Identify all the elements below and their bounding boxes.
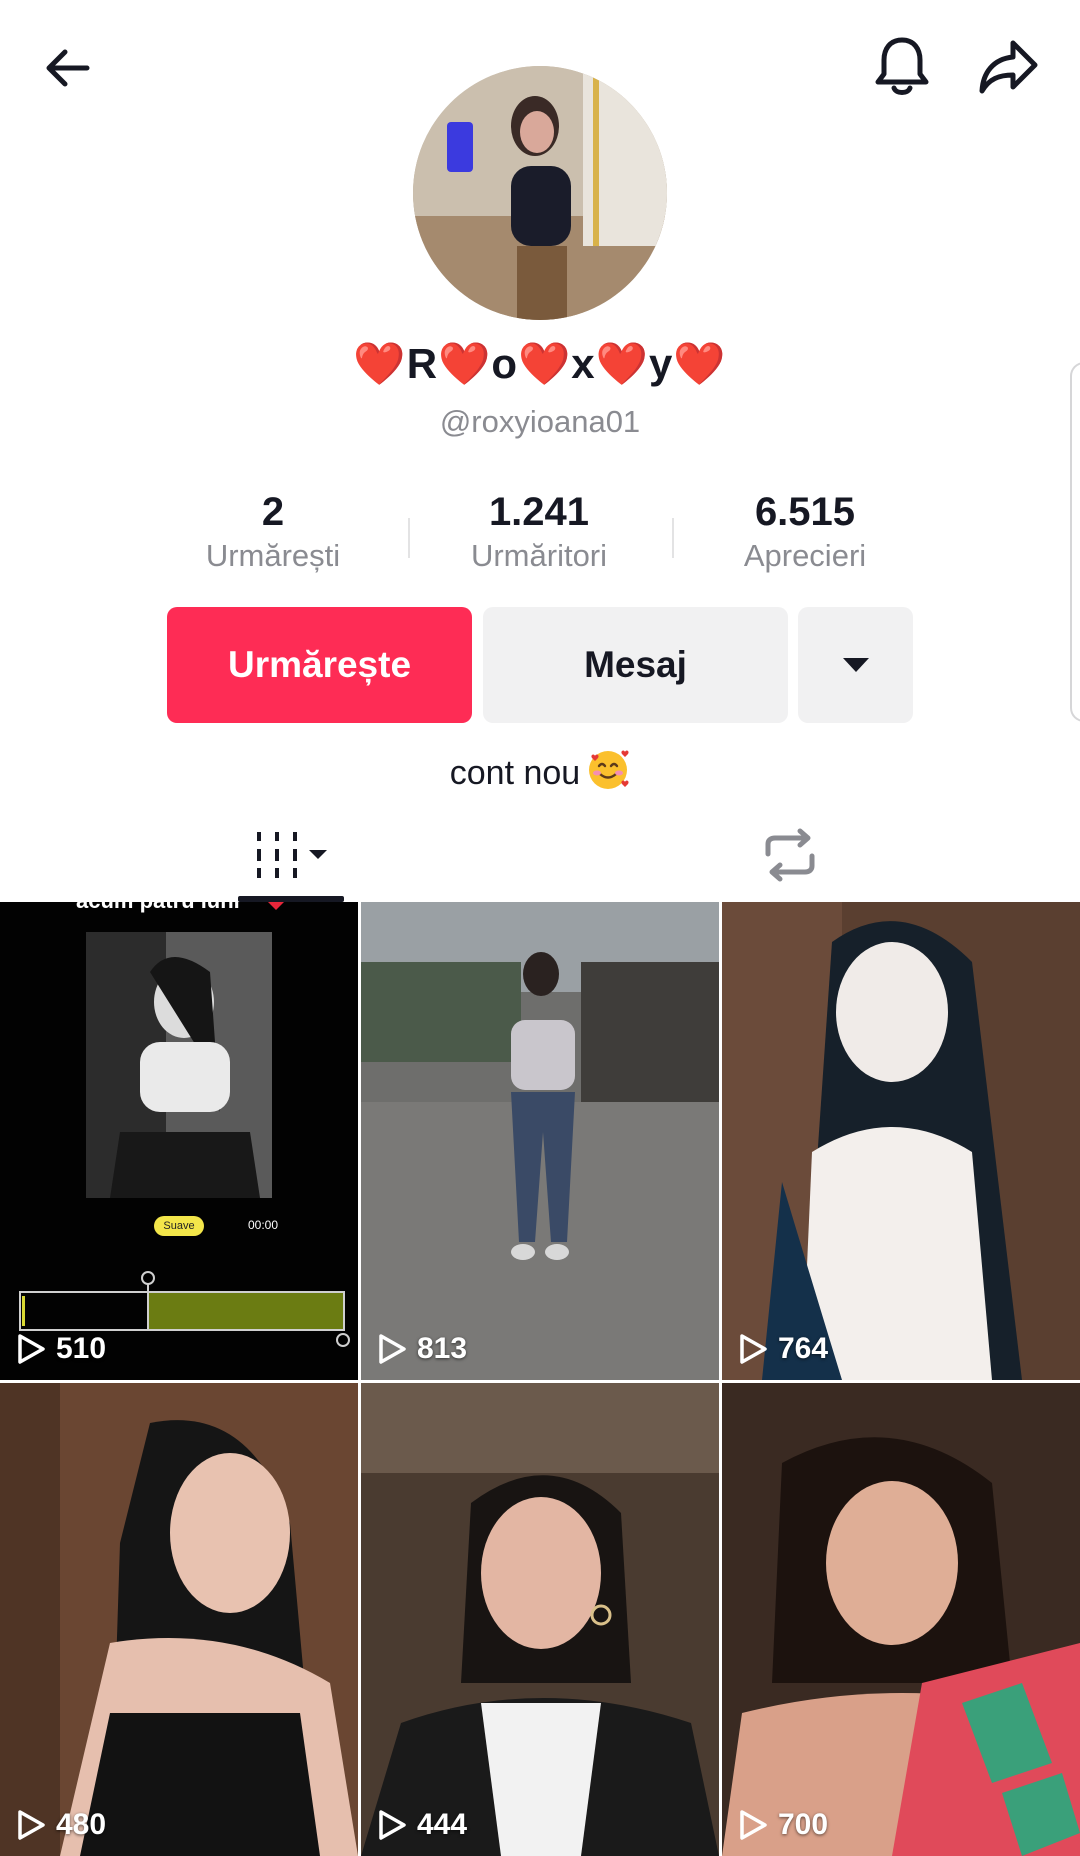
play-icon [740, 1334, 767, 1364]
play-icon [18, 1334, 45, 1364]
view-count-value: 444 [417, 1808, 468, 1841]
smiling-face-with-hearts-icon [589, 750, 629, 789]
view-count-value: 764 [778, 1332, 829, 1365]
bio: cont nou [0, 748, 1080, 793]
play-icon [379, 1810, 406, 1840]
video-grid: acum patru luni Suave 00:00 510 [0, 902, 1080, 1856]
bio-text: cont nou [449, 754, 581, 792]
heart-emoji: ❤️ [353, 340, 407, 387]
notifications-button[interactable] [862, 26, 942, 106]
stat-following-value: 2 [261, 490, 285, 534]
stat-followers[interactable]: 1.241 Urmăritori [406, 488, 672, 588]
video-thumbnail[interactable]: acum patru luni Suave 00:00 510 [0, 902, 358, 1380]
video-thumbnail[interactable]: 764 [722, 902, 1080, 1380]
tab-reposts[interactable] [745, 810, 835, 900]
repost-icon [765, 828, 815, 882]
stat-likes-value: 6.515 [754, 490, 856, 534]
arrow-left-icon [46, 49, 90, 87]
heart-emoji: ❤️ [673, 340, 727, 387]
play-icon [740, 1810, 767, 1840]
share-arrow-icon [979, 40, 1038, 94]
video-thumbnail[interactable]: 700 [722, 1383, 1080, 1856]
video-caption: acum patru luni [76, 902, 240, 914]
profile-page: ❤️R❤️o❤️x❤️y❤️ @roxyioana01 2 Urmărești … [0, 0, 1080, 1856]
side-panel-edge[interactable] [1070, 362, 1080, 722]
video-pill-label: Suave [154, 1216, 204, 1236]
suggested-accounts-button[interactable] [798, 607, 913, 723]
display-name-letter: R [406, 340, 439, 387]
video-thumbnail-image [0, 1383, 358, 1856]
stat-followers-label: Urmăritori [470, 538, 608, 573]
caret-down-icon [842, 658, 869, 672]
profile-stats: 2 Urmărești 1.241 Urmăritori 6.515 Aprec… [140, 488, 940, 588]
view-count: 510 [16, 1332, 106, 1366]
play-icon [18, 1810, 45, 1840]
view-count: 700 [738, 1808, 828, 1842]
view-count-value: 510 [56, 1332, 107, 1365]
heart-emoji: ❤️ [438, 340, 492, 387]
display-name-letter: x [571, 340, 596, 387]
video-thumbnail-image [722, 1383, 1080, 1856]
video-thumbnail-image [0, 902, 358, 1380]
back-button[interactable] [28, 28, 108, 108]
share-button[interactable] [968, 26, 1048, 106]
video-thumbnail-image [722, 902, 1080, 1380]
avatar[interactable] [413, 66, 667, 320]
stat-divider [408, 518, 410, 558]
display-name: ❤️R❤️o❤️x❤️y❤️ [0, 340, 1080, 389]
view-count-value: 813 [417, 1332, 468, 1365]
tab-videos[interactable] [238, 810, 348, 900]
heart-emoji: ❤️ [595, 340, 649, 387]
bell-icon [875, 37, 929, 95]
stat-divider [672, 518, 674, 558]
video-thumbnail[interactable]: 444 [361, 1383, 719, 1856]
video-grid-icon [257, 832, 327, 878]
video-thumbnail[interactable]: 480 [0, 1383, 358, 1856]
stat-likes: 6.515 Aprecieri [672, 488, 938, 588]
video-timecode: 00:00 [248, 1218, 279, 1232]
view-count: 444 [377, 1808, 467, 1842]
display-name-letter: y [648, 340, 674, 387]
view-count: 480 [16, 1808, 106, 1842]
video-thumbnail[interactable]: 813 [361, 902, 719, 1380]
heart-emoji: ❤️ [517, 340, 572, 387]
view-count-value: 700 [778, 1808, 829, 1841]
video-thumbnail-image [361, 1383, 719, 1856]
stat-followers-value: 1.241 [488, 490, 590, 534]
view-count: 813 [377, 1332, 467, 1366]
display-name-letter: o [491, 340, 518, 387]
stat-following[interactable]: 2 Urmărești [140, 488, 406, 588]
play-icon [379, 1334, 406, 1364]
avatar-photo [413, 66, 667, 320]
stat-likes-label: Aprecieri [743, 538, 867, 573]
username: @roxyioana01 [439, 404, 641, 439]
message-button[interactable]: Mesaj [483, 607, 788, 723]
view-count: 764 [738, 1332, 828, 1366]
follow-button[interactable]: Urmărește [167, 607, 472, 723]
stat-following-label: Urmărești [205, 538, 341, 573]
video-thumbnail-image [361, 902, 719, 1380]
view-count-value: 480 [56, 1808, 107, 1841]
